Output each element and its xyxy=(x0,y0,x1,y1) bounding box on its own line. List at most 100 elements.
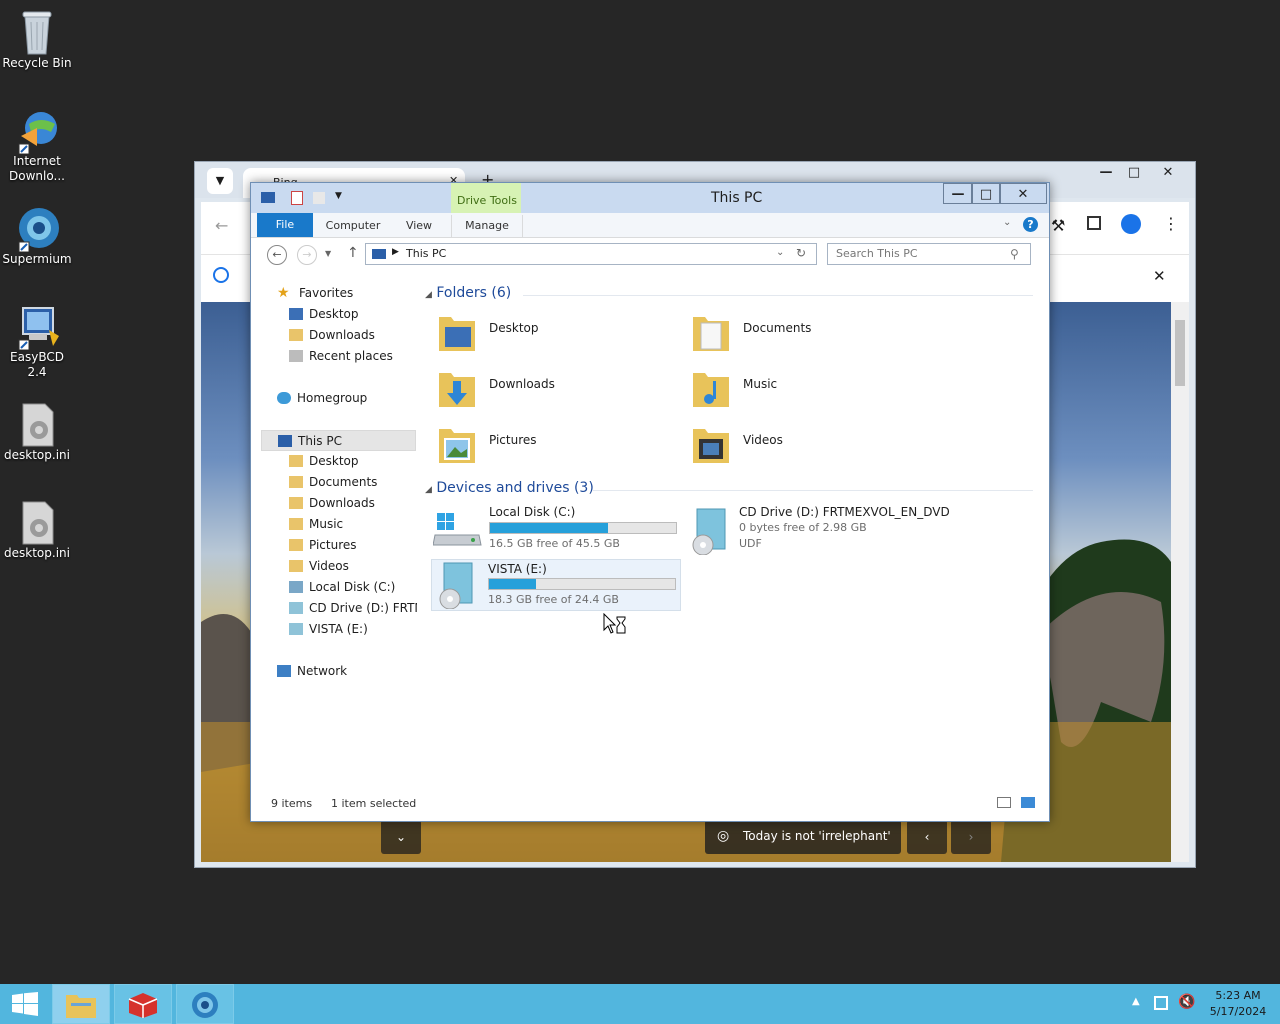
desktop-icon-desktop-ini-1[interactable]: desktop.ini xyxy=(0,394,74,463)
details-view-icon[interactable] xyxy=(997,797,1011,808)
desktop-icon-internet-download-manager[interactable]: Internet Downlo... xyxy=(0,100,74,184)
tab-search-button[interactable]: ▼ xyxy=(207,168,233,194)
address-bar[interactable]: ▶ This PC ⌄ ↻ xyxy=(365,243,817,265)
file-explorer-window[interactable]: ▼ Drive Tools This PC — □ ✕ File Compute… xyxy=(250,182,1050,822)
nav-pc-cd-drive[interactable]: CD Drive (D:) FRTME xyxy=(289,598,417,618)
nav-pc-videos[interactable]: Videos xyxy=(289,556,349,576)
address-dropdown-icon[interactable]: ⌄ xyxy=(776,247,784,258)
explorer-close-button[interactable]: ✕ xyxy=(999,183,1047,204)
nav-label: Local Disk (C:) xyxy=(309,580,396,594)
tab-computer[interactable]: Computer xyxy=(319,215,387,237)
nav-label: Downloads xyxy=(309,496,375,510)
taskbar-file-explorer[interactable] xyxy=(52,984,110,1024)
group-divider xyxy=(523,295,1033,296)
nav-recent-places[interactable]: Recent places xyxy=(289,346,393,366)
up-button[interactable]: ↑ xyxy=(347,245,359,261)
customize-qat-icon[interactable]: ▼ xyxy=(335,191,342,201)
menu-icon[interactable]: ⋮ xyxy=(1163,214,1179,233)
help-icon[interactable]: ? xyxy=(1023,217,1038,232)
taskbar-supermium[interactable] xyxy=(176,984,234,1024)
clock[interactable]: 5:23 AM 5/17/2024 xyxy=(1206,988,1270,1020)
explorer-maximize-button[interactable]: □ xyxy=(971,183,1001,204)
browser-maximize-button[interactable]: □ xyxy=(1119,162,1149,184)
tab-manage[interactable]: Manage xyxy=(451,215,523,237)
explorer-minimize-button[interactable]: — xyxy=(943,183,973,204)
nav-pc-pictures[interactable]: Pictures xyxy=(289,535,357,555)
folder-label: Videos xyxy=(743,433,783,447)
wallpaper-prev-button[interactable]: ‹ xyxy=(907,820,947,854)
folder-tile-desktop[interactable]: Desktop xyxy=(437,309,677,361)
large-icons-view-icon[interactable] xyxy=(1021,797,1035,808)
tab-file[interactable]: File xyxy=(257,213,313,237)
cd-drive-icon xyxy=(439,562,473,609)
drive-usage-fill xyxy=(490,523,609,533)
recent-locations-button[interactable]: ▼ xyxy=(325,249,331,258)
wallpaper-info-banner[interactable]: ◎ Today is not 'irrelephant' xyxy=(705,820,901,854)
drive-tile-cd-drive-d[interactable]: CD Drive (D:) FRTMEXVOL_EN_DVD 0 bytes f… xyxy=(687,505,1027,559)
taskbar-app-red[interactable] xyxy=(114,984,172,1024)
item-count: 9 items xyxy=(271,797,313,810)
folder-tile-pictures[interactable]: Pictures xyxy=(437,421,677,473)
profile-icon[interactable] xyxy=(1121,214,1141,234)
folder-tile-videos[interactable]: Videos xyxy=(691,421,931,473)
desktop-icon-easybcd[interactable]: EasyBCD 2.4 xyxy=(0,296,74,380)
group-divider xyxy=(593,490,1033,491)
nav-homegroup[interactable]: Homegroup xyxy=(277,388,367,408)
nav-pc-local-disk[interactable]: Local Disk (C:) xyxy=(289,577,395,597)
desktop-icon-supermium[interactable]: Supermium xyxy=(0,198,74,267)
drive-tile-vista-e[interactable]: VISTA (E:) 18.3 GB free of 24.4 GB xyxy=(431,559,681,611)
folder-tile-documents[interactable]: Documents xyxy=(691,309,931,361)
drive-tile-local-disk-c[interactable]: Local Disk (C:) 16.5 GB free of 45.5 GB xyxy=(433,505,683,555)
tab-view[interactable]: View xyxy=(395,215,443,237)
quick-access-toolbar-icon[interactable] xyxy=(261,192,275,203)
wallpaper-next-button[interactable]: › xyxy=(951,820,991,854)
breadcrumb-chevron-icon[interactable]: ▶ xyxy=(392,247,399,257)
drive-filesystem: UDF xyxy=(739,537,762,550)
back-button[interactable]: ← xyxy=(267,245,287,265)
nav-pc-desktop[interactable]: Desktop xyxy=(289,451,359,471)
nav-favorites-desktop[interactable]: Desktop xyxy=(289,304,359,324)
show-hidden-icons-icon[interactable]: ▲ xyxy=(1132,996,1140,1007)
busy-cursor-icon xyxy=(603,613,626,634)
start-button[interactable] xyxy=(0,984,48,1024)
forward-button[interactable]: → xyxy=(297,245,317,265)
nav-pc-music[interactable]: Music xyxy=(289,514,343,534)
properties-icon[interactable] xyxy=(291,191,303,205)
folder-tile-downloads[interactable]: Downloads xyxy=(437,365,677,417)
cd-drive-icon xyxy=(692,508,726,555)
drive-free-space: 18.3 GB free of 24.4 GB xyxy=(488,593,619,606)
nav-favorites[interactable]: ★ Favorites xyxy=(277,283,353,303)
browser-minimize-button[interactable]: — xyxy=(1091,162,1121,184)
nav-network[interactable]: Network xyxy=(277,661,347,681)
nav-favorites-downloads[interactable]: Downloads xyxy=(289,325,375,345)
nav-pc-downloads[interactable]: Downloads xyxy=(289,493,375,513)
new-folder-icon[interactable] xyxy=(313,192,325,204)
file-explorer-icon xyxy=(66,995,96,1018)
refresh-icon[interactable]: ↻ xyxy=(796,246,806,260)
labs-icon[interactable]: ⚒ xyxy=(1051,216,1065,235)
infobar-close-icon[interactable]: ✕ xyxy=(1153,267,1166,285)
devices-group-header[interactable]: ◢ Devices and drives (3) xyxy=(425,480,594,496)
nav-this-pc[interactable]: This PC xyxy=(261,430,416,451)
folder-icon xyxy=(289,476,303,488)
explorer-titlebar[interactable]: ▼ Drive Tools This PC — □ ✕ xyxy=(251,183,1049,213)
desktop-icon-recycle-bin[interactable]: Recycle Bin xyxy=(0,2,74,71)
content-pane: ◢ Folders (6) Desktop Documents Download… xyxy=(423,279,1039,789)
expand-ribbon-icon[interactable]: ⌄ xyxy=(1003,217,1011,228)
search-input[interactable]: Search This PC ⚲ xyxy=(827,243,1031,265)
folder-tile-music[interactable]: Music xyxy=(691,365,931,417)
wallpaper-collapse-button[interactable]: ⌄ xyxy=(381,820,421,854)
internet-download-manager-icon xyxy=(15,106,59,155)
sidebar-icon[interactable] xyxy=(1087,216,1101,230)
scrollbar-thumb[interactable] xyxy=(1175,320,1185,386)
browser-scrollbar[interactable] xyxy=(1171,302,1189,862)
back-icon[interactable]: ← xyxy=(215,216,228,235)
desktop-icon-desktop-ini-2[interactable]: desktop.ini xyxy=(0,492,74,561)
network-tray-icon[interactable] xyxy=(1154,996,1168,1010)
nav-pc-vista[interactable]: VISTA (E:) xyxy=(289,619,368,639)
hard-drive-icon xyxy=(289,581,303,593)
browser-close-button[interactable]: ✕ xyxy=(1153,162,1183,184)
folders-group-header[interactable]: ◢ Folders (6) xyxy=(425,285,511,301)
volume-muted-icon[interactable]: 🔇 xyxy=(1178,994,1195,1010)
nav-pc-documents[interactable]: Documents xyxy=(289,472,377,492)
